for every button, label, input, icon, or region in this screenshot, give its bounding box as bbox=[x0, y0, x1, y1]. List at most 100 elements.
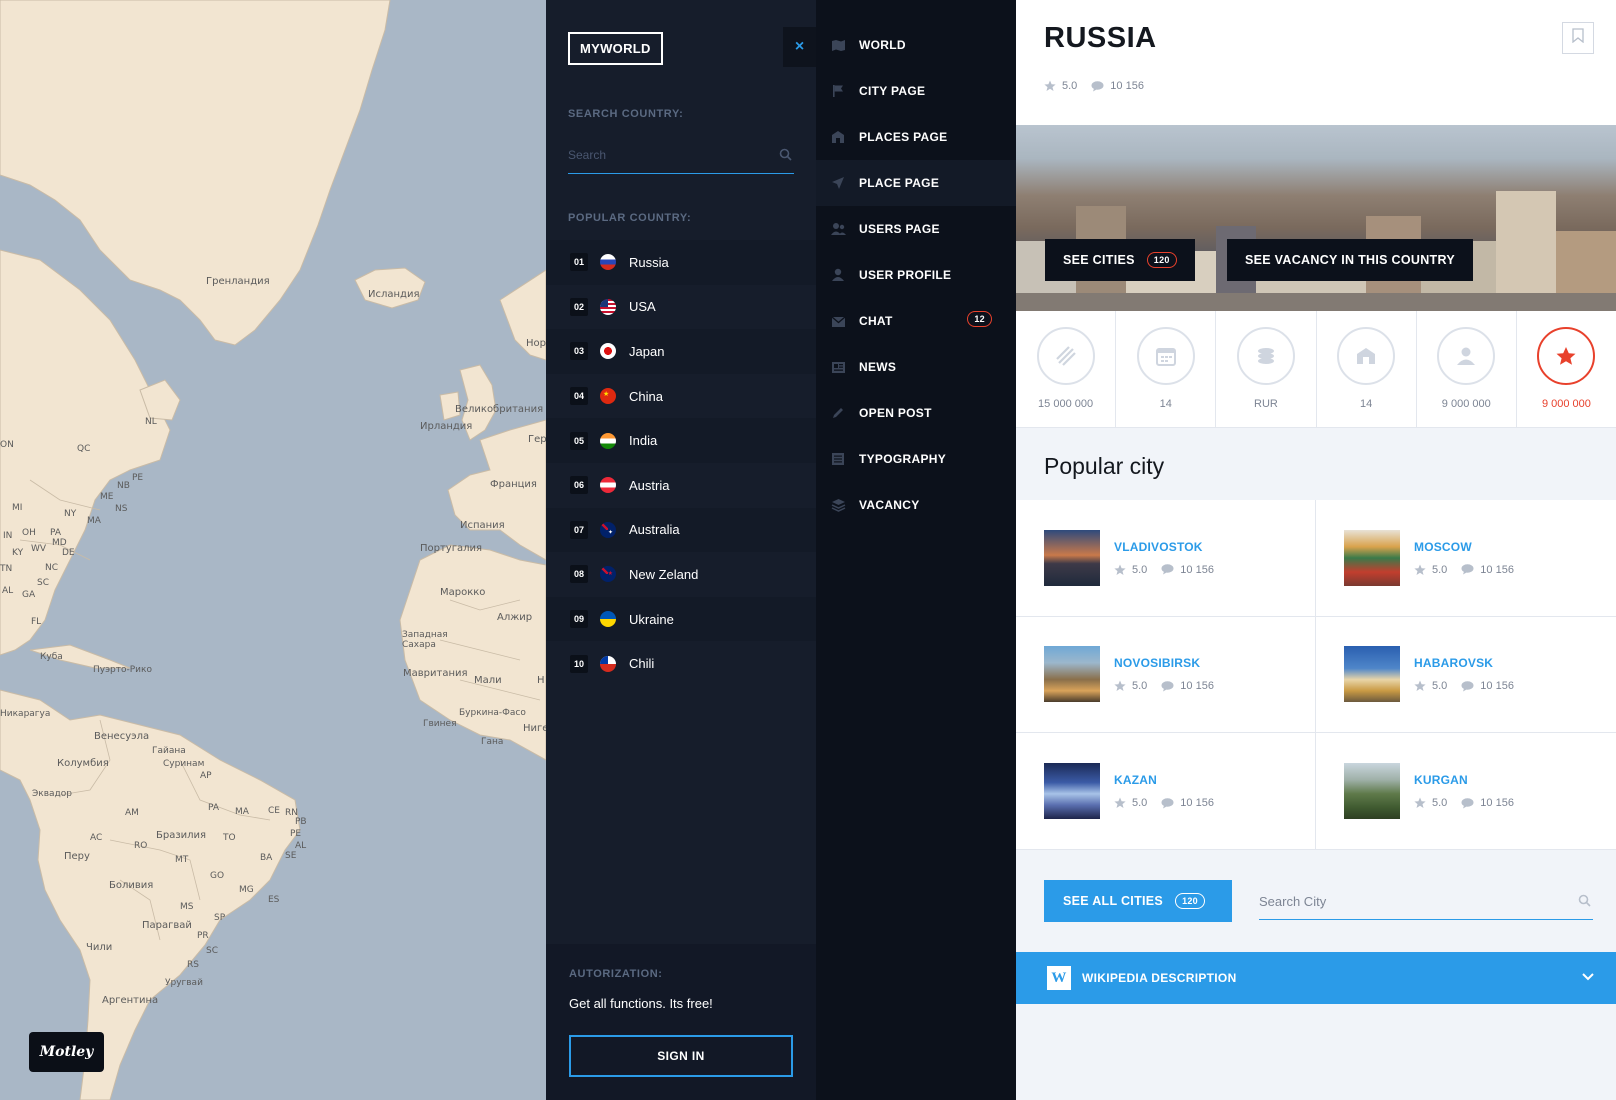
map-label: Эквадор bbox=[32, 789, 72, 799]
list-item[interactable]: 02 USA bbox=[546, 285, 816, 330]
rank-number: 01 bbox=[570, 253, 588, 272]
list-item[interactable]: 10 Chili bbox=[546, 641, 816, 686]
nav-item-vacancy[interactable]: VACANCY bbox=[816, 482, 1016, 528]
country-search-input[interactable] bbox=[568, 140, 768, 170]
nav-label: NEWS bbox=[859, 360, 897, 374]
stat-houses[interactable]: 14 bbox=[1317, 311, 1417, 427]
list-item[interactable]: 07 ✦ Australia bbox=[546, 507, 816, 553]
city-card[interactable]: VLADIVOSTOK 5.0 10 156 bbox=[1016, 500, 1316, 617]
map-label: IN bbox=[3, 531, 13, 541]
city-name[interactable]: VLADIVOSTOK bbox=[1114, 540, 1214, 554]
city-name[interactable]: NOVOSIBIRSK bbox=[1114, 656, 1214, 670]
search-icon[interactable] bbox=[779, 148, 792, 166]
pencil-icon bbox=[830, 406, 846, 420]
new-zealand-flag-icon: ★ bbox=[600, 566, 616, 583]
city-name[interactable]: KAZAN bbox=[1114, 773, 1214, 787]
list-item[interactable]: 06 Austria bbox=[546, 463, 816, 508]
see-cities-button[interactable]: SEE CITIES 120 bbox=[1045, 239, 1195, 281]
nav-item-city-page[interactable]: CITY PAGE bbox=[816, 68, 1016, 114]
section-title: Popular city bbox=[1044, 453, 1165, 479]
see-all-label: SEE ALL CITIES bbox=[1063, 894, 1164, 908]
country-name: Australia bbox=[629, 522, 680, 538]
city-card[interactable]: MOSCOW 5.0 10 156 bbox=[1316, 500, 1616, 617]
list-item[interactable]: 03 Japan bbox=[546, 329, 816, 374]
usa-flag-icon bbox=[600, 298, 616, 315]
city-search-input[interactable] bbox=[1259, 886, 1549, 916]
stat-area[interactable]: 15 000 000 bbox=[1016, 311, 1117, 427]
coins-icon bbox=[1236, 327, 1295, 385]
nav-item-users-page[interactable]: USERS PAGE bbox=[816, 206, 1016, 252]
brand-logo[interactable]: MYWORLD bbox=[568, 32, 663, 65]
search-icon[interactable] bbox=[1578, 894, 1591, 912]
sign-in-button[interactable]: SIGN IN bbox=[569, 1035, 793, 1077]
list-item[interactable]: 01 Russia bbox=[546, 240, 816, 285]
nav-label: PLACES PAGE bbox=[859, 130, 948, 144]
stat-calendar[interactable]: 14 bbox=[1116, 311, 1217, 427]
map-label: PE bbox=[290, 829, 302, 839]
city-name[interactable]: HABAROVSK bbox=[1414, 656, 1514, 670]
comment-icon bbox=[1461, 797, 1474, 809]
map-label: CE bbox=[268, 806, 280, 816]
map-label: Чили bbox=[86, 942, 113, 953]
map-label: AL bbox=[2, 586, 14, 596]
calendar-icon bbox=[1136, 327, 1195, 385]
nav-item-place-page[interactable]: PLACE PAGE bbox=[816, 160, 1016, 206]
nav-item-places-page[interactable]: PLACES PAGE bbox=[816, 114, 1016, 160]
map-label: Бразилия bbox=[156, 830, 207, 841]
auth-label: AUTORIZATION: bbox=[569, 968, 663, 980]
map-label: Гвинея bbox=[423, 719, 457, 729]
comments-count: 10 156 bbox=[1180, 797, 1214, 810]
list-item[interactable]: 09 Ukraine bbox=[546, 596, 816, 642]
city-name[interactable]: KURGAN bbox=[1414, 773, 1514, 787]
city-grid: VLADIVOSTOK 5.0 10 156 MOSCOW 5.0 10 156 bbox=[1016, 500, 1616, 850]
star-icon bbox=[1414, 680, 1426, 692]
country-name: Russia bbox=[629, 254, 669, 270]
bookmark-button[interactable] bbox=[1562, 22, 1594, 54]
nav-item-news[interactable]: NEWS bbox=[816, 344, 1016, 390]
text-lines-icon bbox=[830, 452, 846, 466]
see-all-cities-button[interactable]: SEE ALL CITIES 120 bbox=[1044, 880, 1232, 922]
list-item[interactable]: 08 ★ New Zeland bbox=[546, 552, 816, 597]
rank-number: 08 bbox=[570, 565, 588, 584]
nav-label: CHAT bbox=[859, 314, 893, 328]
nav-item-open-post[interactable]: OPEN POST bbox=[816, 390, 1016, 436]
map-label: NL bbox=[145, 417, 157, 427]
rating-value: 5.0 bbox=[1062, 80, 1078, 92]
city-card[interactable]: HABAROVSK 5.0 10 156 bbox=[1316, 617, 1616, 734]
city-card[interactable]: NOVOSIBIRSK 5.0 10 156 bbox=[1016, 616, 1316, 734]
list-item[interactable]: 05 India bbox=[546, 418, 816, 463]
wikipedia-label: WIKIPEDIA DESCRIPTION bbox=[1082, 971, 1237, 985]
nav-item-world[interactable]: WORLD bbox=[816, 22, 1016, 68]
stat-currency[interactable]: RUR bbox=[1216, 311, 1317, 427]
city-search bbox=[1259, 886, 1593, 920]
map-label: RO bbox=[134, 841, 148, 851]
logo-badge[interactable]: Motley bbox=[29, 1032, 104, 1072]
envelope-icon bbox=[830, 314, 846, 328]
stat-population[interactable]: 9 000 000 bbox=[1417, 311, 1517, 427]
city-card[interactable]: KAZAN 5.0 10 156 bbox=[1016, 733, 1316, 850]
area-icon bbox=[1036, 327, 1095, 385]
city-card[interactable]: KURGAN 5.0 10 156 bbox=[1316, 733, 1616, 850]
map-label: Испания bbox=[460, 520, 505, 531]
see-vacancy-button[interactable]: SEE VACANCY IN THIS COUNTRY bbox=[1227, 239, 1473, 281]
country-name: Japan bbox=[629, 343, 665, 359]
wikipedia-accordion[interactable]: W WIKIPEDIA DESCRIPTION bbox=[1016, 952, 1616, 1004]
nav-item-user-profile[interactable]: USER PROFILE bbox=[816, 252, 1016, 298]
comment-icon bbox=[1161, 564, 1174, 575]
austria-flag-icon bbox=[600, 477, 616, 494]
stat-rating[interactable]: 9 000 000 bbox=[1517, 311, 1616, 427]
city-name[interactable]: MOSCOW bbox=[1414, 540, 1514, 554]
map-label: TO bbox=[223, 833, 236, 843]
main-nav: WORLD CITY PAGE PLACES PAGE PLACE PAGE U… bbox=[816, 0, 1016, 1100]
nav-item-typography[interactable]: TYPOGRAPHY bbox=[816, 436, 1016, 482]
auth-text: Get all functions. Its free! bbox=[569, 996, 713, 1011]
nav-label: PLACE PAGE bbox=[859, 176, 940, 190]
country-name: Austria bbox=[629, 477, 670, 493]
nav-item-chat[interactable]: CHAT 12 bbox=[816, 298, 1016, 344]
close-button[interactable]: × bbox=[783, 27, 816, 67]
list-item[interactable]: 04 ★ China bbox=[546, 374, 816, 419]
world-map[interactable]: Гренландия Исландия Нор Великобритания И… bbox=[0, 0, 546, 1100]
map-label: WV bbox=[31, 544, 47, 554]
city-meta: 5.0 10 156 bbox=[1414, 680, 1514, 692]
nav-label: VACANCY bbox=[859, 498, 920, 512]
